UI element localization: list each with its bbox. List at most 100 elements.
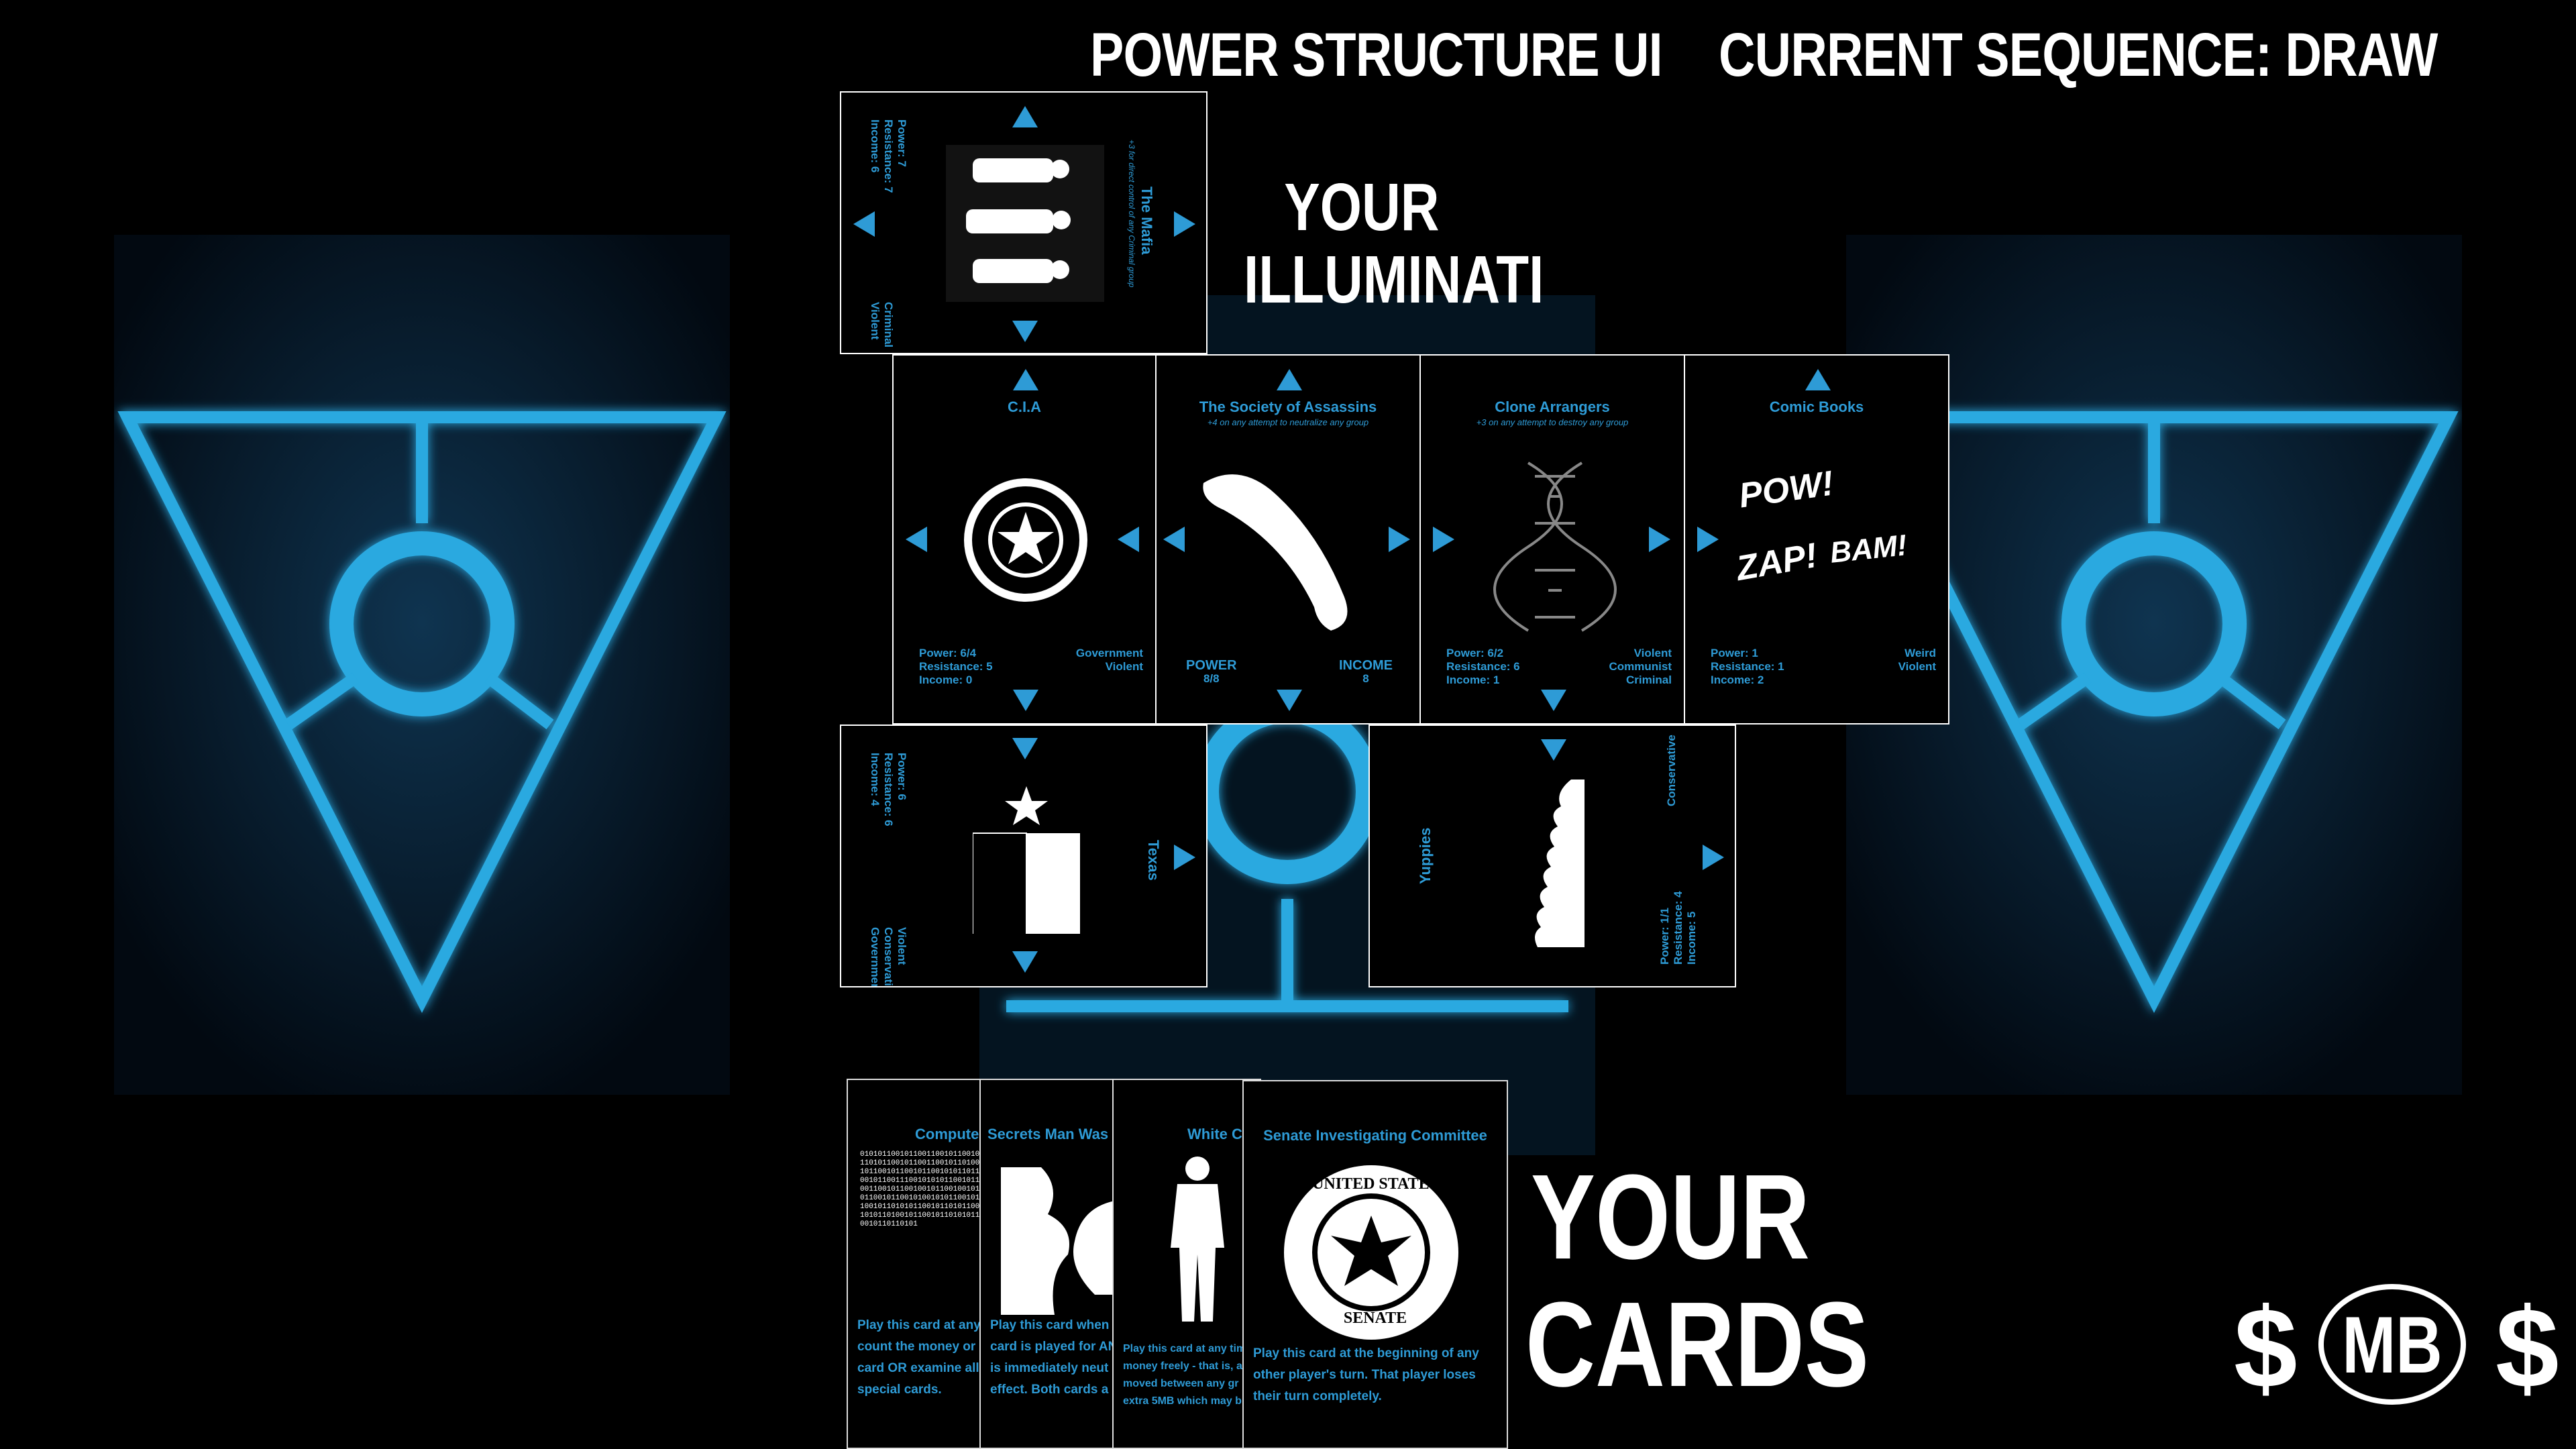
card-alignments: Violent Conservative Government [868, 927, 908, 987]
stat-line: Power: 6/2 [1446, 647, 1504, 659]
arrow-right-icon[interactable] [1703, 845, 1724, 870]
alignment: Criminal [1625, 674, 1672, 686]
arrow-down-icon[interactable] [1012, 738, 1038, 759]
stat-line: Income: 0 [919, 674, 973, 686]
stat-line: Power: 1/1 [1658, 907, 1671, 965]
dollar-sign-right: $ [2496, 1285, 2559, 1412]
alignment: Government [1075, 647, 1143, 659]
arrow-up-icon[interactable] [1805, 369, 1831, 390]
title-text: Texas [1145, 840, 1162, 881]
card-clone-arrangers[interactable]: Clone Arrangers +3 on any attempt to des… [1419, 354, 1685, 724]
your-cards-label: YOUR CARDS [1489, 1150, 1869, 1409]
card-title: Clone Arrangers [1495, 398, 1610, 415]
arrow-right-icon[interactable] [1649, 527, 1670, 552]
title-text: Yuppies [1417, 827, 1434, 884]
arrow-right-icon[interactable] [1174, 211, 1195, 237]
comic-pow-word: POW! [1736, 464, 1836, 516]
arrow-down-icon[interactable] [1541, 690, 1566, 711]
card-stats: Power: 1 Resistance: 1 Income: 2 [1711, 647, 1784, 687]
arrow-up-icon[interactable] [1013, 369, 1038, 390]
arrow-left-icon[interactable] [853, 211, 875, 237]
card-texas[interactable]: Power: 6 Resistance: 6 Income: 4 Violent… [840, 724, 1208, 987]
arrow-down-icon[interactable] [1541, 739, 1566, 761]
seal-text-bottom: SENATE [1343, 1309, 1407, 1327]
yuppies-crowd-icon [1535, 780, 1585, 947]
card-stats: Power: 6/2 Resistance: 6 Income: 1 [1446, 647, 1520, 687]
income-block: INCOME 8 [1339, 659, 1393, 686]
card-stats: Power: 1/1 Resistance: 4 Income: 5 [1658, 891, 1699, 965]
binary-code-image: 0101011001011001100101100101101011001011… [860, 1150, 980, 1228]
card-title: C.I.A [1007, 398, 1042, 415]
card-text: Play this card when card is played for A… [990, 1318, 1118, 1397]
alignment: Communist [1609, 660, 1672, 673]
stat-line: Resistance: 6 [1446, 660, 1520, 673]
comic-bam-word: BAM! [1828, 529, 1909, 570]
income-label: INCOME [1339, 658, 1393, 673]
arrow-left-icon[interactable] [1118, 527, 1139, 552]
kukri-knife-icon [1203, 474, 1348, 631]
stat-line: Income: 2 [1711, 674, 1764, 686]
arrow-down-icon[interactable] [1013, 690, 1038, 711]
power-value: 8/8 [1203, 672, 1220, 685]
hand-card-computer[interactable]: Computer 0101011001011001100101100101101… [847, 1079, 996, 1449]
power-label: POWER [1186, 658, 1237, 673]
businessman-silhouette-icon [1171, 1157, 1224, 1322]
arrow-up-icon[interactable] [1012, 106, 1038, 127]
arrow-down-icon[interactable] [1012, 951, 1038, 973]
stat-line: Income: 4 [869, 753, 881, 806]
stat-line: Power: 6 [896, 753, 908, 800]
card-society-of-assassins[interactable]: The Society of Assassins +4 on any attem… [1155, 354, 1421, 724]
card-title: Texas [1144, 840, 1162, 881]
arrow-left-icon[interactable] [1163, 527, 1185, 552]
alignment: Weird [1904, 647, 1936, 659]
arrow-right-icon[interactable] [1174, 845, 1195, 870]
card-the-mafia[interactable]: Power: 7 Resistance: 7 Income: 6 Crimina… [840, 91, 1208, 354]
card-alignments: Government Violent [1076, 647, 1143, 674]
alignment: Conservative [882, 927, 895, 987]
stat-line: Income: 5 [1685, 911, 1698, 965]
stat-line: Resistance: 1 [1711, 660, 1784, 673]
arrow-right-icon[interactable] [1389, 527, 1410, 552]
subtitle-text: +3 for direct control of any Criminal gr… [1127, 140, 1136, 288]
card-comic-books[interactable]: Comic Books POW! ZAP! BAM! Power: 1 Resi… [1684, 354, 1949, 724]
card-subtitle: +3 for direct control of any Criminal gr… [1127, 140, 1136, 287]
card-stats: Power: 7 Resistance: 7 Income: 6 [868, 119, 908, 193]
stat-line: Resistance: 7 [882, 119, 895, 193]
arrow-left-icon[interactable] [906, 527, 927, 552]
hand-card-senate[interactable]: Senate Investigating Committee UNITED ST… [1242, 1080, 1508, 1449]
arrow-down-icon[interactable] [1012, 321, 1038, 342]
texas-flag-icon [973, 786, 1080, 934]
card-subtitle: +4 on any attempt to neutralize any grou… [1207, 417, 1369, 427]
stat-line: Power: 7 [896, 119, 908, 167]
power-block: POWER 8/8 [1186, 659, 1237, 686]
label-line: YOUR [1530, 1150, 1811, 1285]
arrow-right-icon[interactable] [1697, 527, 1719, 552]
alignment: Violent [1633, 647, 1672, 659]
income-value: 8 [1362, 672, 1369, 685]
card-title: The Mafia [1138, 186, 1155, 254]
card-text: Play this card at the beginning of any o… [1253, 1346, 1479, 1403]
whisper-silhouette-icon [1001, 1167, 1115, 1315]
mb-logo[interactable]: $ MB $ [2234, 1281, 2559, 1415]
card-subtitle: +3 on any attempt to destroy any group [1476, 417, 1629, 427]
card-text: Play this card at any count the money or… [857, 1318, 981, 1397]
card-yuppies[interactable]: Yuppies Conservative Power: 1/1 Resistan… [1368, 724, 1736, 987]
stat-line: Power: 1 [1711, 647, 1758, 659]
arrow-up-icon[interactable] [1277, 369, 1302, 390]
card-title: Yuppies [1417, 828, 1434, 884]
card-alignments: Conservative [1665, 735, 1678, 806]
hand-card-white-collar[interactable]: White Co Play this card at any tim money… [1112, 1079, 1261, 1449]
hand-card-secrets[interactable]: Secrets Man Was N Play this card when ca… [979, 1079, 1128, 1449]
sequence-status: CURRENT SEQUENCE: DRAW [1719, 21, 2438, 89]
arrow-right-icon[interactable] [1433, 527, 1454, 552]
card-title: Computer [915, 1126, 985, 1142]
deck-left[interactable] [114, 235, 730, 1095]
alignment: Violent [1105, 660, 1143, 673]
alignment: Government [869, 927, 881, 987]
stat-line: Resistance: 5 [919, 660, 993, 673]
arrow-down-icon[interactable] [1277, 690, 1302, 711]
mafia-figures-image [946, 145, 1104, 302]
mb-text: MB [2342, 1300, 2443, 1390]
card-cia[interactable]: C.I.A Power: 6/4 Resistance: 5 Income: 0… [892, 354, 1157, 724]
page-title: POWER STRUCTURE UI [1090, 21, 1663, 89]
